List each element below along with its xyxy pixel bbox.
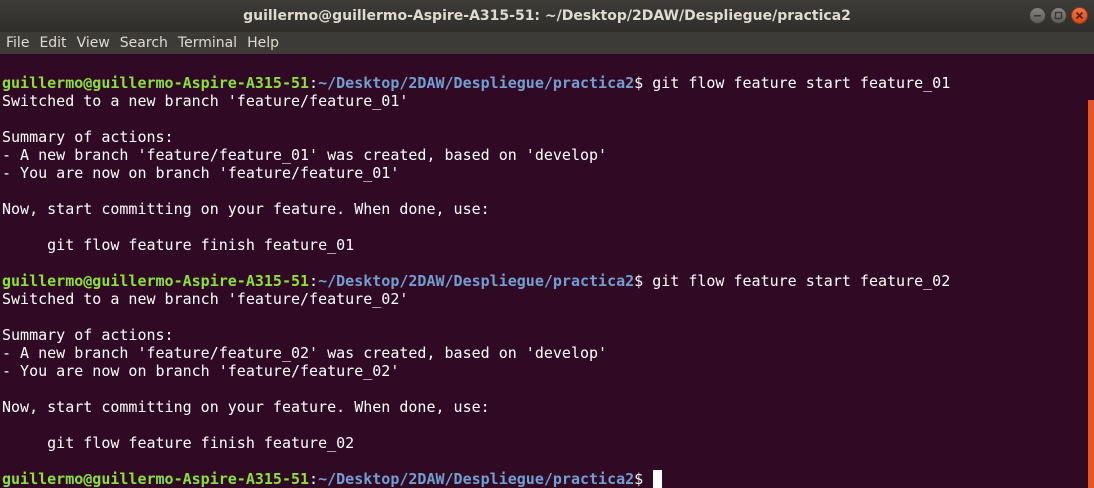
prompt-separator: : bbox=[309, 74, 319, 92]
output-line: Switched to a new branch 'feature/featur… bbox=[2, 92, 409, 110]
terminal-window: guillermo@guillermo-Aspire-A315-51: ~/De… bbox=[0, 0, 1094, 488]
output-line: - A new branch 'feature/feature_02' was … bbox=[2, 344, 608, 362]
prompt-path: ~/Desktop/2DAW/Despliegue/practica2 bbox=[318, 470, 635, 488]
window-title: guillermo@guillermo-Aspire-A315-51: ~/De… bbox=[243, 8, 851, 24]
output-line: Now, start committing on your feature. W… bbox=[2, 398, 490, 416]
prompt-user: guillermo@guillermo-Aspire-A315-51 bbox=[2, 272, 310, 290]
window-controls bbox=[1029, 7, 1088, 24]
minimize-button[interactable] bbox=[1029, 7, 1046, 24]
prompt-symbol: $ bbox=[634, 470, 653, 488]
output-line: Switched to a new branch 'feature/featur… bbox=[2, 290, 409, 308]
command-text: git flow feature start feature_01 bbox=[652, 74, 951, 92]
menu-bar: File Edit View Search Terminal Help bbox=[0, 32, 1094, 54]
menu-file[interactable]: File bbox=[6, 35, 29, 51]
prompt-separator: : bbox=[309, 272, 319, 290]
output-line: - You are now on branch 'feature/feature… bbox=[2, 362, 400, 380]
text-cursor bbox=[653, 470, 663, 488]
output-line: git flow feature finish feature_01 bbox=[2, 236, 355, 254]
scrollbar[interactable] bbox=[1088, 100, 1094, 488]
output-line: Summary of actions: bbox=[2, 326, 174, 344]
output-line: - A new branch 'feature/feature_01' was … bbox=[2, 146, 608, 164]
output-line: git flow feature finish feature_02 bbox=[2, 434, 355, 452]
prompt-line: guillermo@guillermo-Aspire-A315-51:~/Des… bbox=[2, 74, 1084, 92]
maximize-button[interactable] bbox=[1050, 7, 1067, 24]
menu-edit[interactable]: Edit bbox=[39, 35, 66, 51]
prompt-separator: : bbox=[309, 470, 319, 488]
menu-search[interactable]: Search bbox=[120, 35, 168, 51]
close-icon bbox=[1075, 11, 1084, 20]
menu-help[interactable]: Help bbox=[247, 35, 279, 51]
output-line: - You are now on branch 'feature/feature… bbox=[2, 164, 400, 182]
menu-terminal[interactable]: Terminal bbox=[178, 35, 237, 51]
prompt-line: guillermo@guillermo-Aspire-A315-51:~/Des… bbox=[2, 470, 1084, 488]
prompt-user: guillermo@guillermo-Aspire-A315-51 bbox=[2, 470, 310, 488]
output-line: Now, start committing on your feature. W… bbox=[2, 200, 490, 218]
output-line: Summary of actions: bbox=[2, 128, 174, 146]
prompt-path: ~/Desktop/2DAW/Despliegue/practica2 bbox=[318, 74, 635, 92]
prompt-user: guillermo@guillermo-Aspire-A315-51 bbox=[2, 74, 310, 92]
prompt-symbol: $ bbox=[634, 74, 653, 92]
prompt-line: guillermo@guillermo-Aspire-A315-51:~/Des… bbox=[2, 272, 1084, 290]
terminal-output[interactable]: guillermo@guillermo-Aspire-A315-51:~/Des… bbox=[2, 74, 1084, 488]
prompt-path: ~/Desktop/2DAW/Despliegue/practica2 bbox=[318, 272, 635, 290]
command-text: git flow feature start feature_02 bbox=[652, 272, 951, 290]
title-bar[interactable]: guillermo@guillermo-Aspire-A315-51: ~/De… bbox=[0, 0, 1094, 32]
maximize-icon bbox=[1054, 11, 1063, 20]
menu-view[interactable]: View bbox=[77, 35, 110, 51]
prompt-symbol: $ bbox=[634, 272, 653, 290]
close-button[interactable] bbox=[1071, 7, 1088, 24]
minimize-icon bbox=[1034, 15, 1041, 17]
